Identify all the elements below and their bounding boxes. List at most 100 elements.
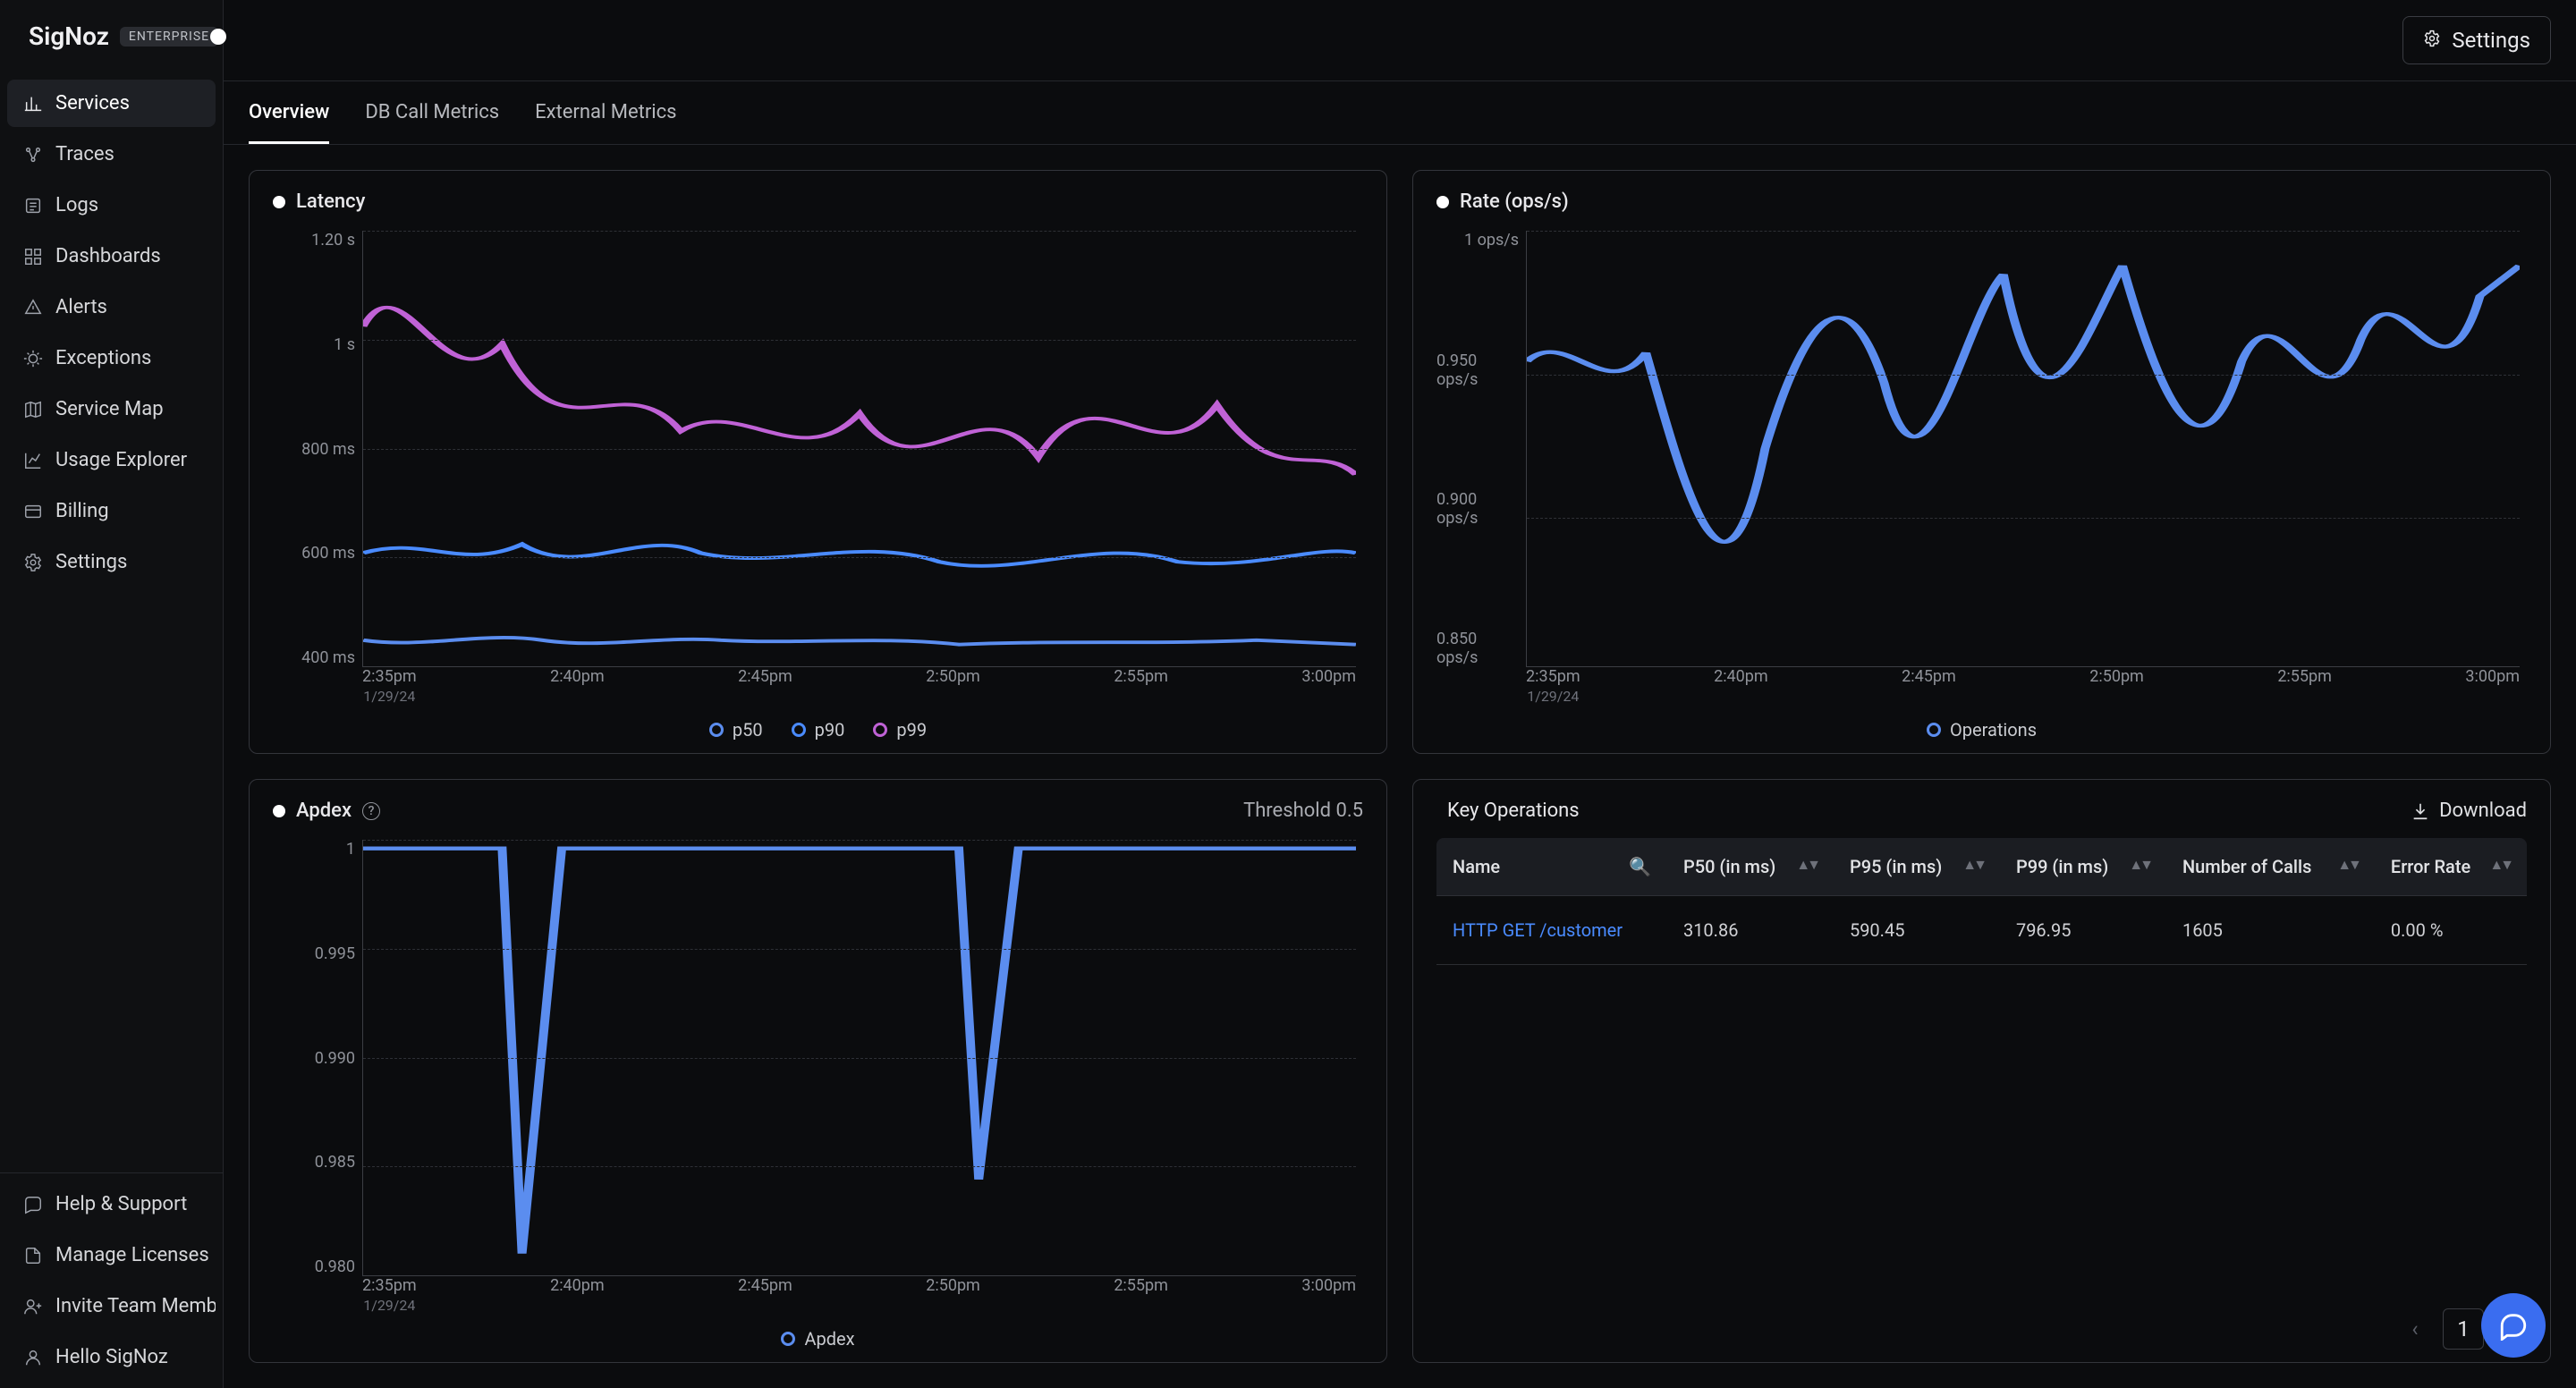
sidebar-label: Services [55, 92, 130, 114]
legend-p90[interactable]: p90 [792, 719, 845, 741]
legend-operations[interactable]: Operations [1927, 719, 2037, 741]
pagination: ‹ 1 › [1436, 1292, 2527, 1350]
apdex-chart[interactable]: 1 0.995 0.990 0.985 0.980 2:35pm1/29/24 [273, 831, 1363, 1326]
sidebar: SigNoz Enterprise Services Traces Logs D… [0, 0, 224, 1388]
sort-icon[interactable]: ▲▼ [2337, 856, 2359, 874]
sort-icon[interactable]: ▲▼ [1796, 856, 1818, 874]
y-tick: 1 ops/s [1464, 231, 1519, 250]
user-plus-icon [23, 1297, 43, 1316]
legend-apdex[interactable]: Apdex [781, 1328, 854, 1350]
page-number[interactable]: 1 [2443, 1308, 2484, 1350]
col-p50[interactable]: P50 (in ms)▲▼ [1667, 838, 1834, 896]
logs-icon [23, 196, 43, 216]
sidebar-item-usage-explorer[interactable]: Usage Explorer [7, 436, 216, 484]
panel-apdex: Apdex ? Threshold 0.5 1 0.995 0.990 0.98… [249, 779, 1387, 1363]
sidebar-label: Settings [55, 551, 127, 573]
tab-db-call-metrics[interactable]: DB Call Metrics [365, 81, 499, 144]
x-tick: 3:00pm [2465, 667, 2520, 686]
bullet-icon [273, 196, 285, 208]
sidebar-item-exceptions[interactable]: Exceptions [7, 334, 216, 382]
y-tick: 1 s [334, 335, 355, 354]
sidebar-item-traces[interactable]: Traces [7, 131, 216, 178]
x-date: 1/29/24 [363, 1297, 415, 1314]
settings-button[interactable]: Settings [2402, 16, 2551, 64]
panel-rate-title: Rate (ops/s) [1460, 190, 1569, 213]
col-error-rate[interactable]: Error Rate▲▼ [2375, 838, 2527, 896]
col-calls[interactable]: Number of Calls▲▼ [2166, 838, 2375, 896]
map-icon [23, 400, 43, 419]
gear-icon [23, 553, 43, 572]
download-icon [2411, 801, 2430, 821]
y-tick: 0.980 [315, 1257, 355, 1276]
y-tick: 400 ms [301, 648, 355, 667]
user-icon [23, 1348, 43, 1367]
cell-calls: 1605 [2166, 896, 2375, 965]
cell-p50: 310.86 [1667, 896, 1834, 965]
sidebar-item-logs[interactable]: Logs [7, 182, 216, 229]
sidebar-label: Billing [55, 500, 109, 522]
search-icon[interactable]: 🔍 [1629, 856, 1651, 877]
col-p95[interactable]: P95 (in ms)▲▼ [1834, 838, 2000, 896]
cell-p95: 590.45 [1834, 896, 2000, 965]
bug-icon [23, 349, 43, 368]
x-date: 1/29/24 [363, 688, 415, 705]
y-tick: 0.950 ops/s [1436, 351, 1519, 389]
sidebar-item-services[interactable]: Services [7, 80, 216, 127]
panel-latency: Latency 1.20 s 1 s 800 ms 600 ms 400 ms [249, 170, 1387, 754]
panel-rate: Rate (ops/s) 1 ops/s 0.950 ops/s 0.900 o… [1412, 170, 2551, 754]
rate-plot-svg [1527, 231, 2520, 666]
prev-page-button[interactable]: ‹ [2400, 1314, 2430, 1344]
sort-icon[interactable]: ▲▼ [2489, 856, 2511, 874]
gear-icon [2423, 28, 2441, 53]
brand-name: SigNoz [29, 21, 109, 51]
col-p99[interactable]: P99 (in ms)▲▼ [2000, 838, 2166, 896]
sidebar-item-service-map[interactable]: Service Map [7, 385, 216, 433]
panel-key-operations: Key Operations Download Name🔍 P50 (in ms… [1412, 779, 2551, 1363]
legend-p50[interactable]: p50 [709, 719, 763, 741]
x-tick: 2:50pm [926, 667, 980, 686]
rate-chart[interactable]: 1 ops/s 0.950 ops/s 0.900 ops/s 0.850 op… [1436, 222, 2527, 717]
x-tick: 3:00pm [1301, 667, 1356, 686]
col-name[interactable]: Name🔍 [1436, 838, 1667, 896]
download-button[interactable]: Download [2411, 800, 2527, 822]
latency-chart[interactable]: 1.20 s 1 s 800 ms 600 ms 400 ms [273, 222, 1363, 717]
download-label: Download [2439, 800, 2527, 822]
sort-icon[interactable]: ▲▼ [1962, 856, 1984, 874]
sidebar-item-hello-signoz[interactable]: Hello SigNoz [7, 1333, 216, 1381]
sidebar-item-settings[interactable]: Settings [7, 538, 216, 586]
sort-icon[interactable]: ▲▼ [2129, 856, 2150, 874]
x-tick: 2:35pm [1526, 667, 1580, 686]
sidebar-label: Logs [55, 194, 98, 216]
sidebar-item-help-support[interactable]: Help & Support [7, 1181, 216, 1228]
settings-button-label: Settings [2452, 28, 2530, 53]
y-tick: 600 ms [301, 544, 355, 563]
sidebar-item-dashboards[interactable]: Dashboards [7, 233, 216, 280]
sidebar-item-invite-team[interactable]: Invite Team Member [7, 1282, 216, 1330]
chat-widget-button[interactable] [2481, 1293, 2546, 1358]
x-tick: 2:50pm [2089, 667, 2144, 686]
help-icon[interactable]: ? [362, 802, 380, 820]
sidebar-item-manage-licenses[interactable]: Manage Licenses [7, 1231, 216, 1279]
tab-external-metrics[interactable]: External Metrics [535, 81, 676, 144]
topbar: Settings [224, 0, 2576, 81]
y-tick: 0.850 ops/s [1436, 630, 1519, 667]
table-row[interactable]: HTTP GET /customer 310.86 590.45 796.95 … [1436, 896, 2527, 965]
sidebar-item-billing[interactable]: Billing [7, 487, 216, 535]
x-tick: 2:45pm [738, 667, 792, 686]
cell-error-rate: 0.00 % [2375, 896, 2527, 965]
panel-apdex-title: Apdex [296, 800, 352, 822]
panel-key-ops-title: Key Operations [1447, 800, 1580, 822]
x-tick: 2:40pm [1714, 667, 1768, 686]
cell-p99: 796.95 [2000, 896, 2166, 965]
x-tick: 2:55pm [1114, 1276, 1168, 1295]
op-name-link[interactable]: HTTP GET /customer [1436, 896, 1667, 965]
sidebar-label: Hello SigNoz [55, 1346, 168, 1368]
legend-p99[interactable]: p99 [873, 719, 927, 741]
x-tick: 2:55pm [1114, 667, 1168, 686]
sidebar-item-alerts[interactable]: Alerts [7, 284, 216, 331]
tab-overview[interactable]: Overview [249, 81, 329, 144]
sidebar-label: Service Map [55, 398, 164, 420]
y-tick: 0.990 [315, 1049, 355, 1068]
y-tick: 0.995 [315, 944, 355, 963]
y-tick: 1.20 s [311, 231, 355, 250]
